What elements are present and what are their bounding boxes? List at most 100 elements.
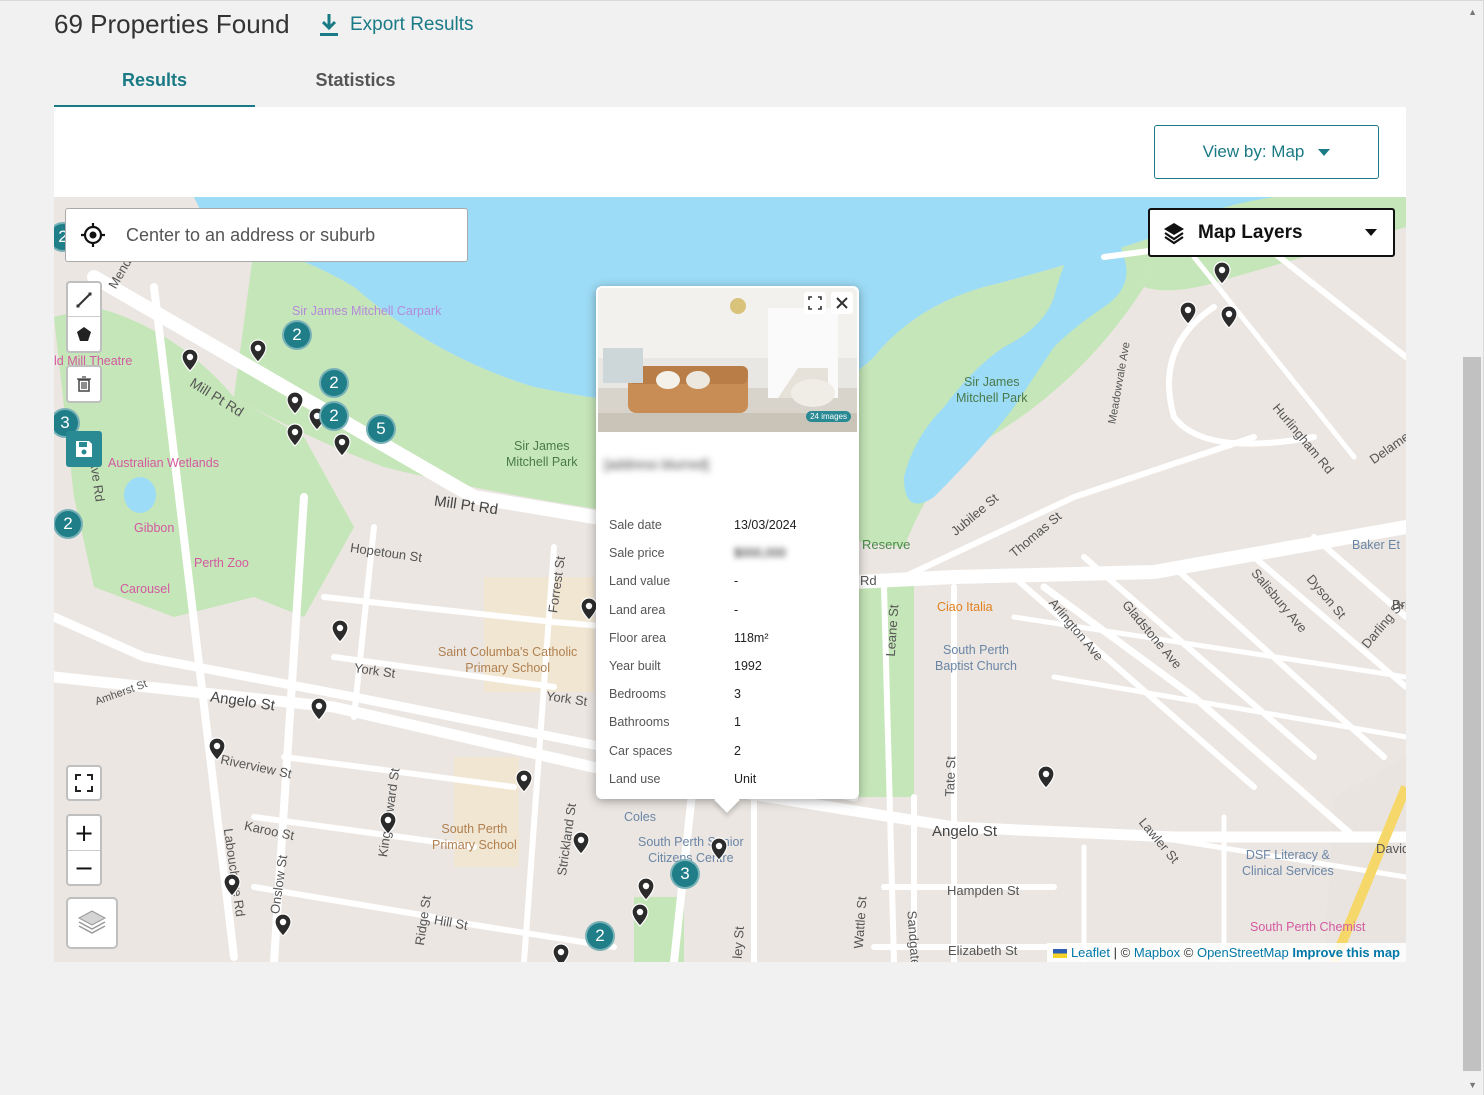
mapbox-link[interactable]: Mapbox (1134, 945, 1180, 960)
scroll-down-icon[interactable]: ▼ (1468, 1080, 1477, 1090)
property-pin[interactable] (631, 903, 649, 927)
property-detail-row: Sale price $000,000 (609, 539, 849, 567)
attribution-separator: | (1113, 945, 1118, 960)
tab-statistics[interactable]: Statistics (255, 61, 456, 107)
property-address-link[interactable]: [address blurred] (604, 454, 844, 474)
tab-results[interactable]: Results (54, 61, 255, 107)
osm-link[interactable]: OpenStreetMap (1197, 945, 1289, 960)
property-cluster[interactable]: 5 (366, 414, 396, 444)
property-pin[interactable] (515, 769, 533, 793)
draw-polygon-button[interactable] (68, 317, 100, 351)
property-cluster[interactable]: 2 (282, 320, 312, 350)
property-pin[interactable] (1220, 305, 1238, 329)
property-detail-row: Floor area 118m² (609, 624, 849, 652)
property-cluster[interactable]: 2 (319, 401, 349, 431)
fullscreen-icon (75, 774, 93, 792)
property-pin[interactable] (572, 831, 590, 855)
street-label: Bri (1392, 597, 1406, 612)
save-shape-button[interactable] (66, 431, 102, 467)
property-pin[interactable] (637, 877, 655, 901)
property-pin[interactable] (331, 619, 349, 643)
property-pin[interactable] (223, 873, 241, 897)
leaflet-link[interactable]: Leaflet (1071, 945, 1110, 960)
address-search (65, 208, 468, 262)
export-results-button[interactable]: Export Results (318, 13, 474, 37)
property-detail-row: Year built 1992 (609, 652, 849, 680)
close-popup-button[interactable] (831, 292, 853, 314)
poi-bakery-label: Baker Et (1352, 538, 1400, 552)
improve-map-link[interactable]: Improve this map (1292, 945, 1400, 960)
map-layers-dropdown[interactable]: Map Layers (1148, 208, 1395, 257)
poi-shop-label: Coles (624, 810, 656, 824)
poi-park-label: Sir James Mitchell Park (956, 375, 1028, 405)
expand-popup-button[interactable] (804, 292, 826, 314)
basemap-layers-button[interactable] (66, 897, 118, 949)
draw-line-button[interactable] (68, 283, 100, 317)
property-pin[interactable] (1037, 765, 1055, 789)
layers-icon (1164, 222, 1184, 244)
download-icon (320, 14, 338, 36)
crosshair-icon[interactable] (80, 222, 106, 248)
property-pin[interactable] (208, 737, 226, 761)
property-detail-label: Floor area (609, 630, 666, 645)
poi-wetlands-label: Australian Wetlands (108, 456, 219, 470)
delete-shapes-button[interactable] (66, 365, 102, 403)
view-by-label: View by: Map (1202, 142, 1305, 161)
property-details: Sale date 13/03/2024 Sale price $000,000 Lan… (609, 511, 849, 793)
poi-school-label: South Perth Primary School (432, 822, 517, 852)
property-cluster[interactable]: 2 (54, 509, 83, 539)
scrollbar-thumb[interactable] (1463, 357, 1481, 1071)
property-detail-value: Unit (734, 771, 757, 786)
property-pin[interactable] (552, 943, 570, 962)
property-pin[interactable] (286, 423, 304, 447)
poi-gibbon-label: Gibbon (134, 521, 175, 535)
property-detail-value: $000,000 (734, 546, 787, 561)
zoom-in-button[interactable]: + (68, 816, 100, 850)
property-detail-row: Land value - (609, 567, 849, 595)
page-scrollbar[interactable]: ▲ ▼ (1461, 1, 1483, 1095)
property-detail-label: Sale date (609, 518, 662, 533)
property-detail-label: Car spaces (609, 743, 673, 758)
property-pin[interactable] (249, 339, 267, 363)
polygon-icon (77, 327, 91, 341)
export-results-label: Export Results (350, 14, 474, 35)
property-pin[interactable] (1179, 301, 1197, 325)
property-detail-value: 1992 (734, 659, 762, 674)
address-search-input[interactable] (126, 224, 446, 246)
property-cluster[interactable]: 2 (319, 368, 349, 398)
chevron-down-icon (1318, 148, 1331, 156)
property-detail-label: Bathrooms (609, 715, 670, 730)
zoom-control: + − (66, 814, 102, 886)
property-pin[interactable] (710, 837, 728, 861)
property-pin[interactable] (286, 391, 304, 415)
property-photo[interactable]: 24 images (598, 288, 857, 432)
property-detail-label: Land value (609, 574, 671, 589)
property-cluster[interactable]: 2 (585, 921, 615, 951)
poi-carousel-label: Carousel (120, 582, 171, 596)
zoom-out-button[interactable]: − (68, 850, 100, 884)
property-pin[interactable] (310, 697, 328, 721)
property-pin[interactable] (379, 811, 397, 835)
property-pin[interactable] (181, 348, 199, 372)
property-detail-value: - (734, 574, 739, 589)
property-popup: 24 images [address blurred] Sale date 13/… (596, 286, 859, 813)
map[interactable]: Mends Mill Pt Rd Mill Pt Rd Hopetoun St … (54, 197, 1406, 962)
scroll-up-icon[interactable]: ▲ (1468, 7, 1477, 17)
property-detail-value: 13/03/2024 (734, 518, 797, 533)
poi-restaurant-label: Ciao Italia (937, 600, 993, 614)
street-label: David (1376, 841, 1406, 856)
property-detail-label: Bedrooms (609, 687, 666, 702)
property-cluster[interactable]: 3 (670, 859, 700, 889)
view-by-dropdown[interactable]: View by: Map (1154, 125, 1379, 179)
property-pin[interactable] (333, 433, 351, 457)
poi-carpark-label: Sir James Mitchell Carpark (292, 304, 442, 318)
fullscreen-button[interactable] (66, 765, 102, 801)
property-pin[interactable] (1213, 261, 1231, 285)
results-toolbar: View by: Map (54, 107, 1406, 197)
property-detail-value: - (734, 602, 739, 617)
property-detail-row: Bedrooms 3 (609, 680, 849, 708)
close-icon (836, 297, 848, 309)
property-pin[interactable] (274, 913, 292, 937)
trash-icon (77, 376, 91, 392)
poi-school-label: Saint Columba's Catholic Primary School (438, 645, 578, 675)
